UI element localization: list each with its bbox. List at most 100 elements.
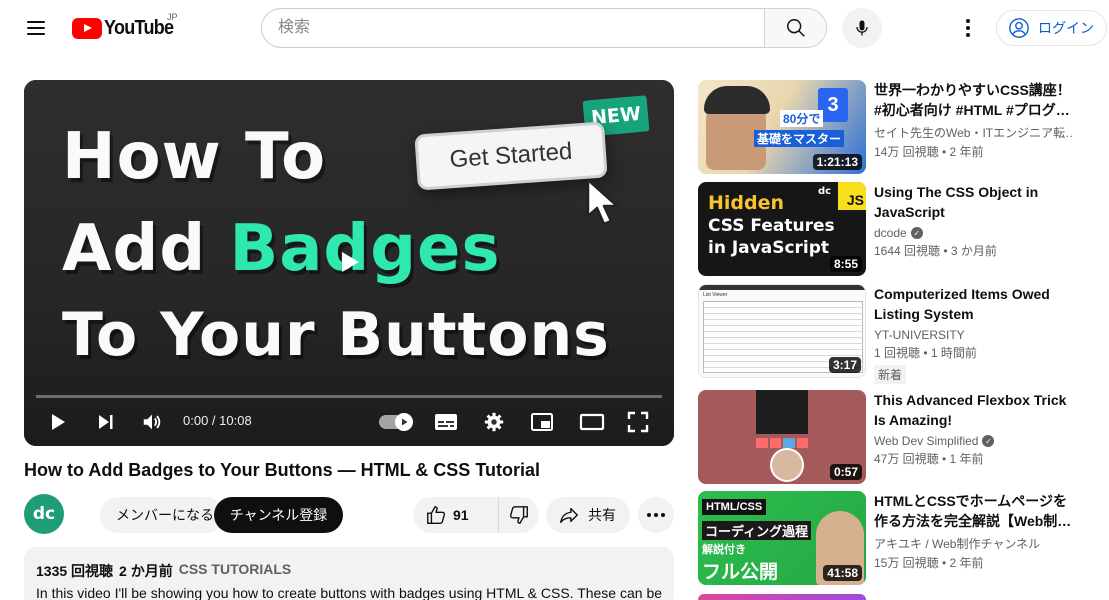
like-count: 91 xyxy=(453,507,469,523)
next-icon[interactable] xyxy=(94,410,118,434)
verified-check-icon: ✓ xyxy=(910,227,923,239)
thumb-code-panel xyxy=(756,390,808,434)
dcode-logo: dc xyxy=(818,186,832,197)
play-icon[interactable] xyxy=(46,410,70,434)
thumb-text: CSS Features xyxy=(708,216,835,236)
search-input[interactable] xyxy=(261,8,764,48)
video-duration: 1:21:13 xyxy=(812,154,862,170)
related-channel: Web Dev Simplified ✓ xyxy=(874,434,1074,448)
related-title: This Advanced Flexbox Trick Is Amazing! xyxy=(874,392,1067,428)
upload-date: 2 か月前 xyxy=(119,563,173,579)
microphone-icon xyxy=(856,20,868,36)
account-icon xyxy=(1009,18,1029,38)
related-channel: dcode ✓ xyxy=(874,226,1074,240)
related-stats: 1 回視聴 • 1 時間前 xyxy=(874,346,977,360)
center-play-icon[interactable] xyxy=(340,251,360,273)
player-controls: 0:00 / 10:08 xyxy=(24,398,674,446)
verified-check-icon: ✓ xyxy=(982,435,995,447)
share-button[interactable]: 共有 xyxy=(546,497,630,533)
thumb-text: HTML/CSS xyxy=(702,499,767,515)
hashtag-link[interactable]: CSS TUTORIALS xyxy=(179,561,292,581)
youtube-logo[interactable]: YouTube xyxy=(72,16,181,40)
js-logo-icon: JS xyxy=(838,182,866,210)
menu-icon[interactable] xyxy=(20,14,52,42)
video-duration: 3:17 xyxy=(828,357,861,373)
thumbs-down-icon xyxy=(509,506,528,524)
related-thumbnail: 0:57 xyxy=(698,390,866,484)
autoplay-knob xyxy=(395,413,413,431)
settings-gear-icon[interactable] xyxy=(482,410,506,434)
cursor-arrow-icon xyxy=(586,178,619,226)
thumbs-up-icon xyxy=(427,506,446,524)
thumb-text: 80分で xyxy=(780,110,824,127)
thumb-text: Hidden xyxy=(708,192,785,214)
related-stats: 14万 回視聴 • 2 年前 xyxy=(874,145,984,159)
description-box[interactable]: 1335 回視聴 2 か月前 CSS TUTORIALS In this vid… xyxy=(24,547,674,600)
video-title: How to Add Badges to Your Buttons — HTML… xyxy=(24,460,540,480)
related-title: Computerized Items Owed Listing System xyxy=(874,286,1050,322)
region-code: JP xyxy=(167,12,178,22)
settings-more-icon[interactable] xyxy=(954,14,982,42)
related-title: Using The CSS Object in JavaScript xyxy=(874,184,1039,220)
fullscreen-icon[interactable] xyxy=(626,410,650,434)
video-duration: 41:58 xyxy=(823,565,862,581)
top-bar: YouTube JP ログイン xyxy=(0,0,1109,56)
voice-search-button[interactable] xyxy=(842,8,882,48)
miniplayer-icon[interactable] xyxy=(530,410,554,434)
more-actions-icon[interactable] xyxy=(638,497,674,533)
login-button[interactable]: ログイン xyxy=(996,10,1107,46)
channel-name: アキユキ / Web制作チャンネル xyxy=(874,537,1041,551)
video-duration: 8:55 xyxy=(829,256,862,272)
login-label: ログイン xyxy=(1038,20,1094,36)
description-meta: 1335 回視聴 2 か月前 CSS TUTORIALS xyxy=(36,561,662,581)
subtitles-icon[interactable] xyxy=(434,410,458,434)
autoplay-toggle[interactable] xyxy=(379,413,413,431)
thumb-text: コーディング過程 xyxy=(702,521,812,540)
related-title: 世界一わかりやすいCSS講座！#初心者向け #HTML #プログ… xyxy=(874,82,1071,118)
join-member-button[interactable]: メンバーになる xyxy=(100,497,224,533)
thumbnail-word-badges: Badges xyxy=(229,212,501,286)
related-video-item[interactable]: List Viewer 3:17 Computerized Items Owed… xyxy=(698,284,1109,384)
related-info: This Advanced Flexbox Trick Is Amazing! … xyxy=(874,390,1074,467)
youtube-play-icon xyxy=(72,17,102,39)
new-badge: 新着 xyxy=(874,365,907,384)
related-info: Computerized Items Owed Listing System Y… xyxy=(874,284,1074,384)
related-video-item[interactable]: 3 80分で 基礎をマスター 1:21:13 世界一わかりやすいCSS講座！#初… xyxy=(698,80,1109,174)
related-channel: YT-UNIVERSITY xyxy=(874,328,1074,342)
channel-name: YT-UNIVERSITY xyxy=(874,328,965,342)
related-thumbnail: List Viewer 3:17 xyxy=(698,284,866,378)
description-text: In this video I'll be showing you how to… xyxy=(36,585,662,600)
related-stats: 47万 回視聴 • 1 年前 xyxy=(874,452,984,466)
view-count: 1335 回視聴 xyxy=(36,563,114,579)
dislike-button[interactable] xyxy=(499,497,539,533)
related-channel: セイト先生のWeb・ITエンジニア転… xyxy=(874,124,1074,141)
channel-name: セイト先生のWeb・ITエンジニア転… xyxy=(874,126,1074,140)
related-info: HTMLとCSSでホームページを作る方法を完全解説【Web制… アキユキ / W… xyxy=(874,491,1074,571)
thumb-text: フル公開 xyxy=(702,562,779,583)
thumb-text: List Viewer xyxy=(703,292,728,298)
related-stats: 1644 回視聴 • 3 か月前 xyxy=(874,244,997,258)
channel-name: Web Dev Simplified xyxy=(874,434,979,448)
related-thumbnail: HTML/CSS コーディング過程 解説付き フル公開 41:58 xyxy=(698,491,866,585)
logo-text: YouTube xyxy=(104,16,174,39)
channel-name: dcode xyxy=(874,226,907,240)
thumb-flex-boxes xyxy=(756,438,808,448)
related-video-item[interactable]: HTML/CSS コーディング過程 解説付き フル公開 41:58 HTMLとC… xyxy=(698,491,1109,585)
related-video-item[interactable]: JS dc Hidden CSS Features in JavaScript … xyxy=(698,182,1109,276)
like-button[interactable]: 91 xyxy=(413,497,499,533)
thumbnail-word-add: Add xyxy=(62,212,207,286)
volume-icon[interactable] xyxy=(140,410,164,434)
search-button[interactable] xyxy=(764,8,827,48)
presenter-avatar xyxy=(770,448,804,482)
thumbnail-line-3: To Your Buttons xyxy=(62,300,610,370)
video-player[interactable]: NEW Get Started How To Add Badges To You… xyxy=(24,80,674,446)
theater-mode-icon[interactable] xyxy=(578,410,606,434)
thumb-text: in JavaScript xyxy=(708,238,830,258)
related-video-item[interactable]: 0:57 This Advanced Flexbox Trick Is Amaz… xyxy=(698,390,1109,484)
related-info: Using The CSS Object in JavaScript dcode… xyxy=(874,182,1074,259)
related-thumbnail: 3 80分で 基礎をマスター 1:21:13 xyxy=(698,80,866,174)
share-label: 共有 xyxy=(588,507,616,523)
channel-avatar[interactable]: dc xyxy=(24,494,64,534)
related-video-item-partial[interactable] xyxy=(698,594,1109,600)
subscribe-button[interactable]: チャンネル登録 xyxy=(214,497,343,533)
